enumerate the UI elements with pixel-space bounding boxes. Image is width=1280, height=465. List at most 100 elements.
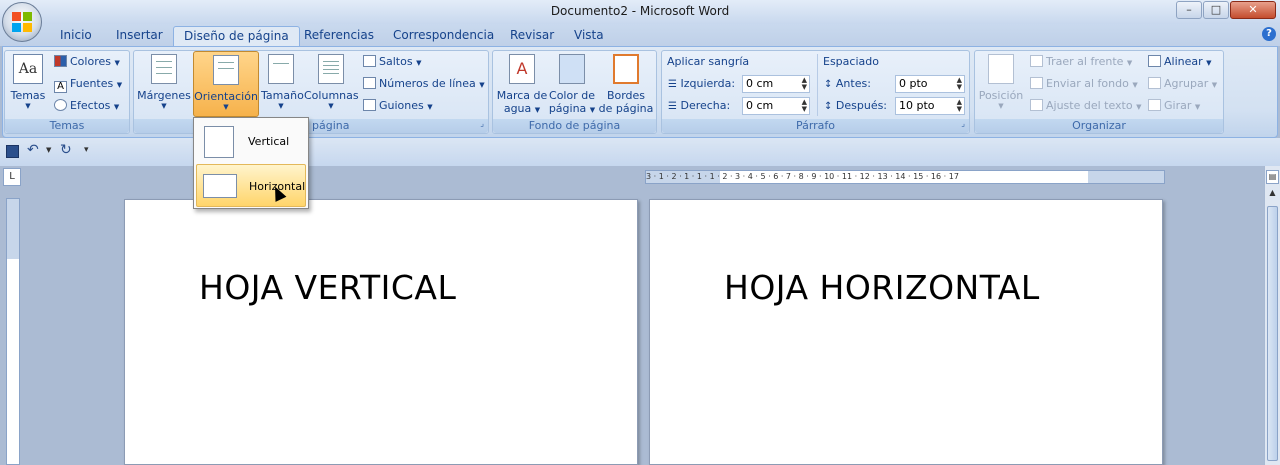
bordes-de-pagina-button[interactable]: Bordes de página bbox=[598, 54, 654, 115]
temas-button[interactable]: Aa Temas ▼ bbox=[8, 54, 48, 110]
save-icon[interactable] bbox=[6, 145, 19, 158]
configurar-caption: página bbox=[312, 119, 350, 132]
posicion-button[interactable]: Posición ▼ bbox=[978, 54, 1024, 110]
derecha-label: ☰ Derecha: bbox=[668, 99, 730, 112]
ruler-toggle-icon[interactable]: ▤ bbox=[1266, 170, 1279, 184]
antes-field[interactable]: 0 pto ▲ ▼ bbox=[895, 75, 965, 93]
spinner-icon[interactable]: ▲ ▼ bbox=[802, 99, 807, 113]
traer-al-frente-button[interactable]: Traer al frente ▼ bbox=[1030, 55, 1132, 68]
undo-icon[interactable]: ↶ bbox=[27, 142, 39, 158]
office-button[interactable] bbox=[2, 2, 42, 42]
spinner-icon[interactable]: ▲ ▼ bbox=[802, 77, 807, 91]
saltos-label: Saltos bbox=[379, 55, 413, 68]
redo-icon[interactable]: ↻ bbox=[60, 142, 72, 158]
indent-right-icon: ☰ bbox=[668, 101, 677, 112]
tab-referencias[interactable]: Referencias bbox=[294, 26, 384, 46]
tab-vista[interactable]: Vista bbox=[564, 26, 614, 46]
tamano-button[interactable]: Tamaño ▼ bbox=[261, 54, 304, 110]
tab-insertar[interactable]: Insertar bbox=[106, 26, 173, 46]
despues-field[interactable]: 10 pto ▲ ▼ bbox=[895, 97, 965, 115]
izquierda-text: Izquierda: bbox=[680, 77, 736, 90]
numeros-de-linea-button[interactable]: Números de línea ▼ bbox=[363, 77, 485, 90]
guiones-button[interactable]: Guiones ▼ bbox=[363, 99, 433, 112]
group-icon bbox=[1148, 77, 1161, 89]
margenes-button[interactable]: Márgenes ▼ bbox=[137, 54, 191, 110]
vertical-scrollbar[interactable]: ▤ ▲ bbox=[1264, 166, 1280, 465]
marca-de-agua-button[interactable]: A Marca de agua ▼ bbox=[496, 54, 548, 115]
spacing-after-icon: ↕ bbox=[824, 101, 833, 112]
alinear-button[interactable]: Alinear ▼ bbox=[1148, 55, 1212, 68]
columnas-button[interactable]: Columnas ▼ bbox=[304, 54, 359, 110]
menu-item-vertical[interactable]: Vertical bbox=[196, 120, 306, 163]
scroll-thumb[interactable] bbox=[1267, 206, 1278, 461]
izquierda-field[interactable]: 0 cm ▲ ▼ bbox=[742, 75, 810, 93]
despues-text: Después: bbox=[835, 99, 888, 112]
tab-selector-icon[interactable]: L bbox=[3, 168, 21, 186]
chevron-down-icon: ▼ bbox=[1136, 103, 1142, 111]
marca-label-1: Marca de bbox=[496, 89, 548, 102]
align-icon bbox=[1148, 55, 1161, 67]
bordes-label-1: Bordes bbox=[606, 89, 646, 102]
antes-text: Antes: bbox=[835, 77, 871, 90]
chevron-down-icon: ▼ bbox=[278, 102, 284, 110]
indent-left-icon: ☰ bbox=[668, 79, 677, 90]
saltos-button[interactable]: Saltos ▼ bbox=[363, 55, 421, 68]
divider bbox=[817, 54, 818, 116]
derecha-field[interactable]: 0 cm ▲ ▼ bbox=[742, 97, 810, 115]
colores-button[interactable]: Colores ▼ bbox=[54, 55, 120, 68]
page-vertical[interactable]: HOJA VERTICAL bbox=[124, 199, 638, 465]
fuentes-button[interactable]: A Fuentes ▼ bbox=[54, 77, 122, 93]
bordes-label-2: de página bbox=[598, 102, 654, 115]
hyphenation-icon bbox=[363, 99, 376, 111]
ajuste-del-texto-button[interactable]: Ajuste del texto ▼ bbox=[1030, 99, 1142, 112]
color-label-2: página ▼ bbox=[548, 102, 596, 115]
girar-label: Girar bbox=[1164, 99, 1192, 112]
chevron-down-icon: ▼ bbox=[223, 103, 229, 111]
breaks-icon bbox=[363, 55, 376, 67]
minimize-button[interactable]: – bbox=[1176, 1, 1202, 19]
orientacion-label: Orientación bbox=[194, 90, 258, 103]
chevron-down-icon: ▼ bbox=[161, 102, 167, 110]
guiones-label: Guiones bbox=[379, 99, 424, 112]
customize-toolbar-icon[interactable]: ▾ bbox=[84, 145, 89, 155]
group-caption-configurar: página ⌟ bbox=[134, 119, 488, 133]
chevron-down-icon: ▼ bbox=[116, 81, 123, 89]
help-icon[interactable]: ? bbox=[1262, 27, 1276, 41]
orientation-menu: Vertical Horizontal bbox=[193, 117, 309, 209]
agrupar-label: Agrupar bbox=[1164, 77, 1209, 90]
page-text-horizontal: HOJA HORIZONTAL bbox=[724, 268, 1040, 307]
antes-label: ↕ Antes: bbox=[824, 77, 871, 90]
size-icon bbox=[268, 54, 294, 84]
izquierda-label: ☰ Izquierda: bbox=[668, 77, 735, 90]
spinner-icon[interactable]: ▲ ▼ bbox=[957, 77, 962, 91]
line-numbers-icon bbox=[363, 77, 376, 89]
tab-revisar[interactable]: Revisar bbox=[500, 26, 564, 46]
spinner-icon[interactable]: ▲ ▼ bbox=[957, 99, 962, 113]
orientacion-button[interactable]: Orientación ▼ bbox=[193, 51, 259, 117]
maximize-button[interactable]: □ bbox=[1203, 1, 1229, 19]
girar-button[interactable]: Girar ▼ bbox=[1148, 99, 1200, 112]
antes-value: 0 pto bbox=[899, 77, 928, 90]
position-icon bbox=[988, 54, 1014, 84]
derecha-value: 0 cm bbox=[746, 99, 774, 112]
tab-diseno-de-pagina[interactable]: Diseño de página bbox=[173, 26, 300, 47]
tamano-label: Tamaño bbox=[261, 89, 304, 102]
horizontal-ruler[interactable]: 3 · 1 · 2 · 1 · 1 · 1 · 2 · 3 · 4 · 5 · … bbox=[645, 170, 1165, 184]
efectos-button[interactable]: Efectos ▼ bbox=[54, 99, 119, 112]
dialog-launcher-icon[interactable]: ⌟ bbox=[961, 119, 965, 128]
color-de-pagina-button[interactable]: Color de página ▼ bbox=[548, 54, 596, 115]
numeros-label: Números de línea bbox=[379, 77, 476, 90]
vertical-ruler[interactable] bbox=[6, 198, 20, 465]
dialog-launcher-icon[interactable]: ⌟ bbox=[480, 119, 484, 128]
menu-item-horizontal[interactable]: Horizontal bbox=[196, 164, 306, 207]
agrupar-button[interactable]: Agrupar ▼ bbox=[1148, 77, 1217, 90]
chevron-down-icon[interactable]: ▼ bbox=[46, 146, 51, 154]
close-button[interactable]: ✕ bbox=[1230, 1, 1276, 19]
spacing-before-icon: ↕ bbox=[824, 79, 833, 90]
tab-inicio[interactable]: Inicio bbox=[50, 26, 102, 46]
enviar-al-fondo-button[interactable]: Enviar al fondo ▼ bbox=[1030, 77, 1138, 90]
page-horizontal[interactable]: HOJA HORIZONTAL bbox=[649, 199, 1163, 465]
chevron-down-icon: ▼ bbox=[427, 103, 433, 111]
scroll-up-icon[interactable]: ▲ bbox=[1267, 188, 1278, 202]
tab-correspondencia[interactable]: Correspondencia bbox=[383, 26, 504, 46]
